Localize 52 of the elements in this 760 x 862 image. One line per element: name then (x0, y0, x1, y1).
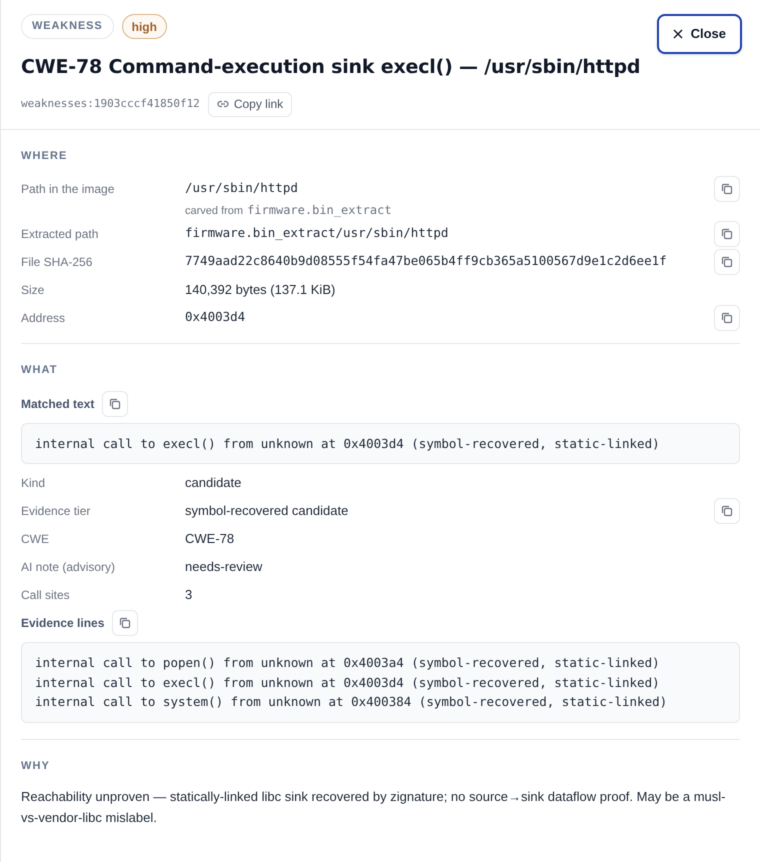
copy-link-button[interactable]: Copy link (208, 92, 292, 116)
copy-button[interactable] (714, 305, 740, 332)
copy-button[interactable] (714, 498, 740, 524)
close-button[interactable]: Close (656, 14, 742, 54)
copy-icon (721, 183, 733, 195)
field-label: Call sites (21, 587, 71, 604)
field-label: Kind (21, 475, 46, 492)
field-label: Extracted path (21, 226, 100, 244)
note-path: firmware.bin_extract (247, 202, 392, 219)
copy-button[interactable] (714, 221, 740, 248)
section-heading: WHY (21, 758, 51, 774)
field-label: Address (21, 310, 66, 328)
severity-badge: high (122, 14, 167, 39)
copy-icon (109, 398, 122, 410)
copy-button[interactable] (714, 176, 740, 202)
type-badge: WEAKNESS (21, 14, 114, 39)
field-value: symbol-recovered candidate (185, 502, 350, 520)
section-heading: WHERE (21, 148, 68, 164)
explanation-text: Reachability unproven — statically-linked libc sink recovered by zignature; no source→sink dataflow proof. May be a musl-vs-vendor-libc mislabel. (21, 788, 726, 828)
note-text: carved from (185, 204, 244, 219)
record-id: weaknesses:1903cccf41850f12 (21, 96, 200, 112)
field-value: 3 (185, 586, 194, 604)
field-label: Size (21, 282, 46, 300)
block-label: Evidence lines (21, 615, 104, 632)
field-label: File SHA-256 (21, 254, 94, 272)
field-value: CWE-78 (185, 530, 236, 548)
field-value: needs-review (185, 558, 264, 576)
field-value: 0x4003d4 (185, 308, 246, 326)
copy-button[interactable] (112, 610, 138, 636)
page-title: CWE-78 Command-execution sink execl() — /usr/sbin/httpd (21, 55, 642, 80)
copy-button[interactable] (714, 249, 740, 276)
field-label: AI note (advisory) (21, 559, 116, 576)
code-block: internal call to popen() from unknown at 0x4003a4 (symbol-recovered, static-linked) internal call to execl() from unknown at 0x4003d4 (symbol-recovered, static-linked) internal call to system() from unknown at 0x400384 (symbol-recovered, static-linked) (21, 642, 740, 723)
field-label: Evidence tier (21, 503, 92, 520)
field-label: Path in the image (21, 181, 116, 198)
copy-icon (721, 312, 733, 324)
close-icon (672, 29, 683, 39)
field-value: firmware.bin_extract/usr/sbin/httpd (185, 224, 450, 242)
copy-icon (721, 505, 733, 518)
field-value: candidate (185, 474, 242, 492)
field-value: /usr/sbin/httpd (185, 179, 299, 197)
link-icon (216, 98, 229, 110)
section-heading: WHAT (21, 363, 59, 378)
copy-icon (721, 228, 733, 240)
field-value: 140,392 bytes (137.1 KiB) (185, 281, 336, 300)
copy-icon (119, 617, 132, 630)
copy-icon (721, 256, 733, 268)
code-block: internal call to execl() from unknown at 0x4003d4 (symbol-recovered, static-linked) (21, 422, 740, 464)
field-value: 7749aad22c8640b9d08555f54fa47be065b4ff9cb365a5100567d9e1c2d6ee1f (185, 252, 668, 270)
block-label: Matched text (21, 396, 94, 413)
field-label: CWE (21, 531, 50, 548)
copy-button[interactable] (102, 390, 128, 417)
